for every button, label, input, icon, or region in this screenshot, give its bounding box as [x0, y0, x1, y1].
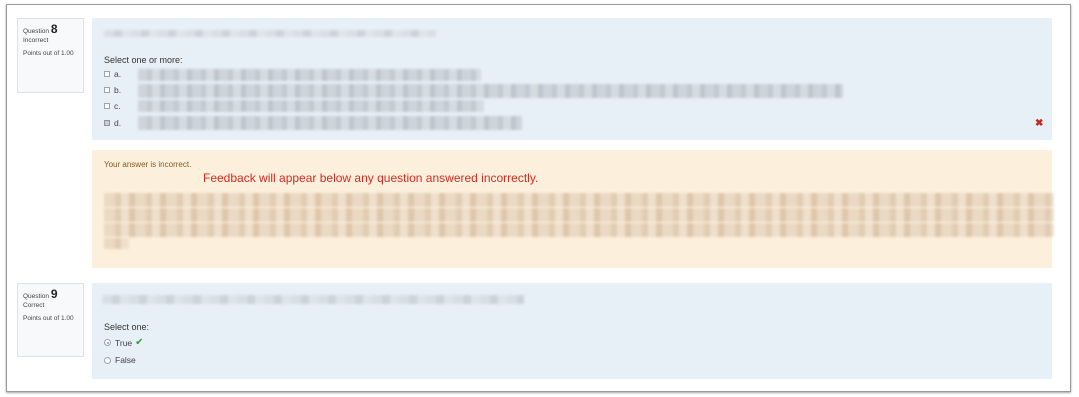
option-b[interactable]: b.: [104, 85, 121, 95]
question-number: 9: [50, 287, 58, 301]
question-status: Incorrect: [23, 37, 49, 44]
option-b-text-blurred: [138, 84, 843, 98]
question-text-blurred: [104, 30, 436, 37]
option-false[interactable]: False: [104, 355, 136, 365]
question-label: Question: [23, 28, 50, 35]
option-letter: a.: [114, 69, 122, 79]
quiz-review-frame: Question 8 Incorrect Points out of 1.00 …: [6, 4, 1071, 392]
feedback-text-blurred: [104, 238, 129, 249]
question-status: Correct: [23, 302, 45, 309]
question-text-blurred: [102, 295, 524, 304]
radio-checked[interactable]: [104, 339, 111, 346]
question-8-content: Select one or more: a. b. c. d. ✖: [92, 18, 1052, 140]
option-a-text-blurred: [138, 69, 481, 81]
option-true[interactable]: True ✔: [104, 337, 144, 348]
option-d[interactable]: d.: [104, 118, 121, 128]
option-label: False: [115, 355, 136, 365]
checkbox[interactable]: [104, 87, 110, 93]
option-label: True: [115, 337, 133, 348]
checkbox[interactable]: [104, 71, 110, 77]
feedback-heading: Your answer is incorrect.: [104, 160, 192, 169]
answer-prompt: Select one:: [104, 322, 150, 332]
question-9-content: Select one: True ✔ False: [92, 283, 1052, 379]
question-number: 8: [50, 22, 58, 36]
checkbox-checked[interactable]: [104, 120, 110, 126]
question-label: Question: [23, 293, 50, 300]
radio[interactable]: [104, 356, 111, 364]
question-info-9: Question 9 Correct Points out of 1.00: [17, 283, 84, 357]
option-c-text-blurred: [138, 100, 484, 112]
feedback-text-blurred: [104, 223, 1054, 237]
option-a[interactable]: a.: [104, 69, 121, 79]
option-letter: c.: [114, 101, 121, 111]
check-icon: ✔: [135, 337, 144, 348]
feedback-note: Feedback will appear below any question …: [203, 171, 539, 185]
option-c[interactable]: c.: [104, 101, 121, 111]
option-letter: b.: [114, 85, 122, 95]
checkbox[interactable]: [104, 103, 110, 109]
x-icon: ✖: [1035, 118, 1044, 129]
feedback-text-blurred: [104, 193, 1054, 207]
option-letter: d.: [114, 118, 122, 128]
feedback-box: Your answer is incorrect. Feedback will …: [92, 150, 1054, 268]
question-info-8: Question 8 Incorrect Points out of 1.00: [17, 18, 84, 93]
question-points: Points out of 1.00: [23, 50, 74, 57]
question-points: Points out of 1.00: [23, 315, 74, 322]
feedback-text-blurred: [104, 208, 1054, 222]
answer-prompt: Select one or more:: [104, 55, 183, 65]
option-d-text-blurred: [138, 116, 522, 130]
